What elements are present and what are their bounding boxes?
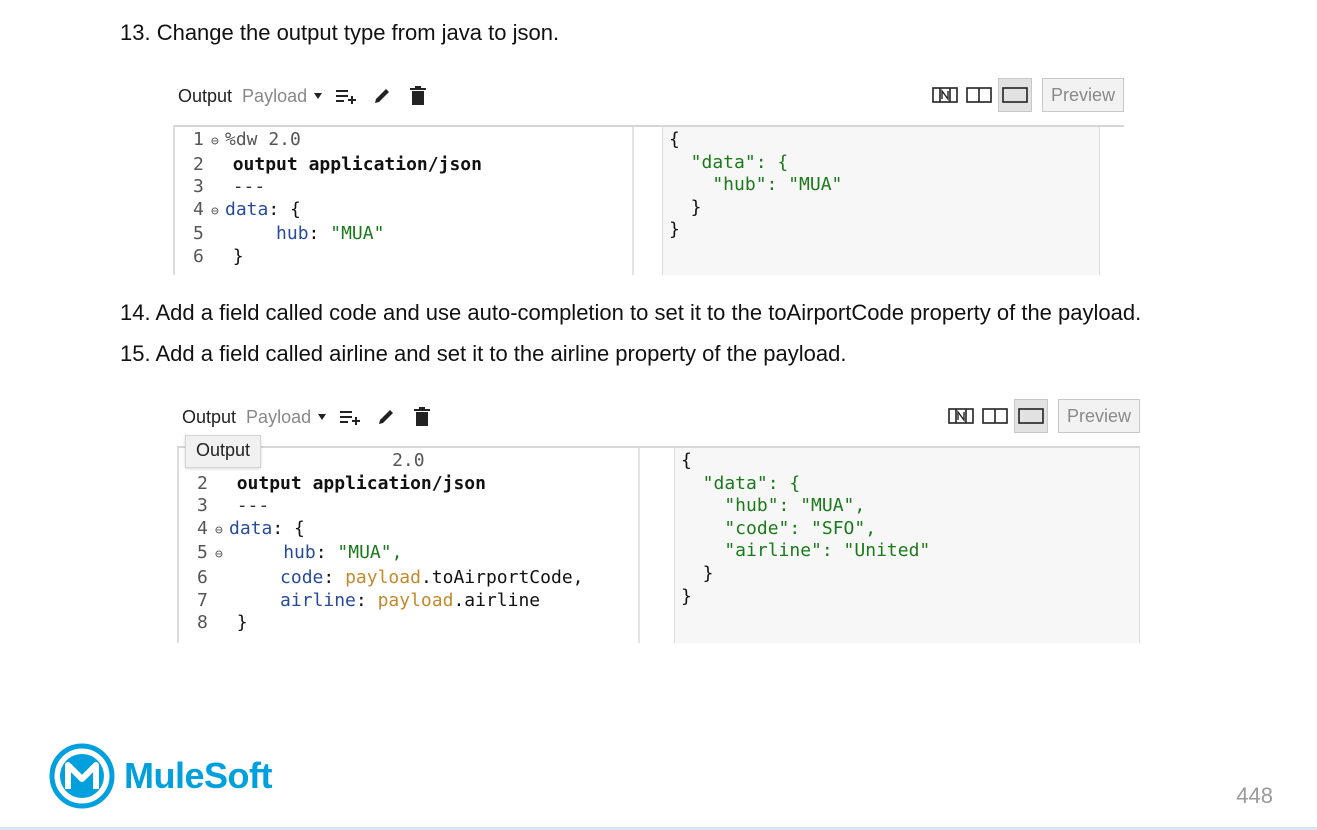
code-line-2: 2 output application/json — [197, 472, 486, 494]
layout-single-pane-icon[interactable] — [1013, 399, 1048, 433]
fold-icon: ⊖ — [211, 203, 219, 219]
code-line-3: 3 --- — [197, 495, 270, 517]
code-line-3: 3 --- — [193, 176, 266, 198]
dataweave-panel-2: Output Payload Preview 2.0 2 output appl… — [177, 399, 1140, 643]
pane-divider[interactable] — [632, 127, 634, 275]
output-preview: { "data": { "hub": "MUA" } } — [662, 127, 1100, 275]
layout-three-panes-icon[interactable] — [930, 83, 960, 107]
add-output-icon[interactable] — [337, 405, 363, 429]
edit-pencil-icon[interactable] — [369, 84, 395, 108]
fold-icon: ⊖ — [211, 134, 219, 149]
preview-button[interactable]: Preview — [1057, 399, 1140, 433]
code-line-6: 6 code: payload.toAirportCode, — [197, 566, 584, 588]
step-13: 13. Change the output type from java to … — [120, 20, 560, 45]
mulesoft-logo-icon — [49, 743, 115, 809]
layout-two-panes-icon[interactable] — [980, 404, 1010, 428]
fold-icon: ⊖ — [215, 522, 223, 538]
output-preview: { "data": { "hub": "MUA", "code": "SFO",… — [674, 448, 1140, 643]
payload-dropdown[interactable]: Payload — [242, 86, 323, 107]
step-14: 14. Add a field called code and use auto… — [120, 300, 1142, 325]
dropdown-caret-icon — [318, 414, 327, 420]
output-tab[interactable]: Output — [178, 86, 232, 107]
payload-label: Payload — [242, 85, 308, 106]
panel-toolbar: Output Payload Preview — [177, 399, 1140, 435]
payload-dropdown[interactable]: Payload — [246, 407, 327, 428]
editor-area: 2.0 2 output application/json 3 --- 4 ⊖ da… — [177, 446, 1140, 643]
preview-json: { "data": { "hub": "MUA" } } — [669, 129, 843, 241]
output-tooltip: Output — [185, 435, 262, 468]
panel-toolbar: Output Payload Preview — [173, 78, 1124, 114]
brand-name: MuleSoft — [124, 755, 272, 796]
script-editor[interactable]: 1 ⊖ %dw 2.0 2 output application/json 3 --… — [173, 127, 635, 275]
output-tab[interactable]: Output — [182, 407, 236, 428]
preview-button[interactable]: Preview — [1041, 78, 1124, 112]
page-number: 448 — [1236, 783, 1273, 808]
delete-trash-icon[interactable] — [409, 405, 435, 429]
add-output-icon[interactable] — [333, 84, 359, 108]
script-code: 2.0 2 output application/json 3 --- 4 ⊖ da… — [197, 450, 584, 635]
script-code: 1 ⊖ %dw 2.0 2 output application/json 3 --… — [193, 129, 482, 269]
layout-single-pane-icon[interactable] — [997, 78, 1032, 112]
layout-two-panes-icon[interactable] — [964, 83, 994, 107]
code-line-7: 7 airline: payload.airline — [197, 589, 541, 611]
code-line-4: 4 ⊖ data: { — [193, 199, 301, 220]
step-15: 15. Add a field called airline and set i… — [120, 341, 847, 366]
delete-trash-icon[interactable] — [405, 84, 431, 108]
fold-icon: ⊖ — [215, 547, 223, 563]
mulesoft-logo: MuleSoft — [48, 743, 272, 809]
pane-divider[interactable] — [638, 448, 640, 643]
code-line-8: 8 } — [197, 612, 248, 634]
editor-area: 1 ⊖ %dw 2.0 2 output application/json 3 --… — [173, 125, 1124, 275]
script-editor[interactable]: 2.0 2 output application/json 3 --- 4 ⊖ da… — [177, 448, 641, 643]
code-line-6: 6 } — [193, 245, 244, 267]
code-line-2: 2 output application/json — [193, 153, 482, 175]
code-line-4: 4 ⊖ data: { — [197, 518, 305, 539]
code-line-1: 1 ⊖ %dw 2.0 — [193, 129, 301, 150]
layout-three-panes-icon[interactable] — [946, 404, 976, 428]
dataweave-panel-1: Output Payload Preview 1 ⊖ %dw 2.0 2 out… — [173, 78, 1124, 275]
preview-json: { "data": { "hub": "MUA", "code": "SFO",… — [681, 450, 931, 607]
code-line-5: 5 ⊖ hub: "MUA", — [197, 542, 402, 563]
code-line-5: 5 hub: "MUA" — [193, 223, 385, 245]
edit-pencil-icon[interactable] — [373, 405, 399, 429]
dropdown-caret-icon — [314, 93, 323, 99]
payload-label: Payload — [246, 406, 312, 427]
